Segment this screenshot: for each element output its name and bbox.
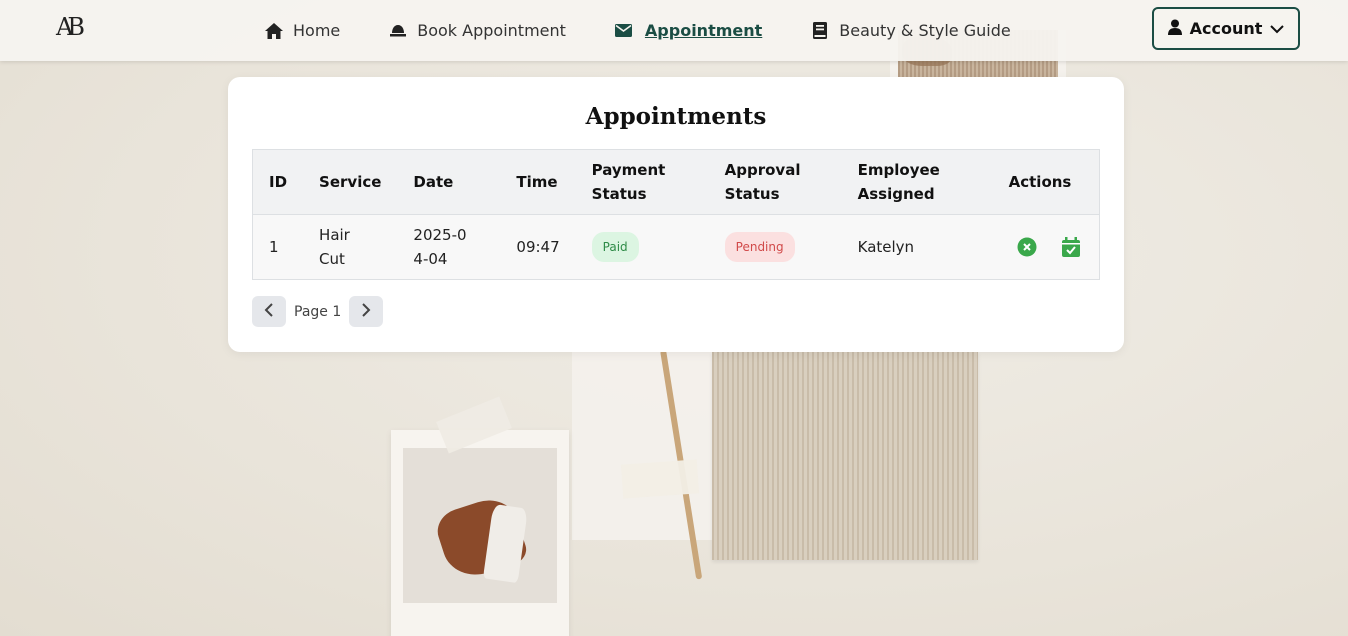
col-header-service: Service [303, 149, 398, 215]
col-header-payment-status: Payment Status [575, 149, 709, 215]
table-row: 1 Hair Cut 2025-04-04 09:47 Paid Pending… [252, 214, 1100, 280]
col-header-date: Date [397, 149, 501, 215]
cell-date: 2025-04-04 [397, 214, 501, 280]
home-icon [264, 21, 284, 41]
nav-label: Book Appointment [417, 21, 566, 40]
account-label: Account [1189, 19, 1263, 38]
linen-swatch-image [712, 352, 978, 560]
col-header-actions: Actions [992, 149, 1100, 215]
previous-page-button[interactable] [252, 296, 286, 327]
cell-approval-status: Pending [708, 214, 842, 280]
account-dropdown-button[interactable]: Account [1152, 7, 1300, 50]
navbar: AB Home Book Appointment Appointment Bea… [0, 0, 1348, 61]
nav-item-home[interactable]: Home [264, 0, 340, 61]
page-indicator: Page 1 [294, 303, 342, 320]
pagination: Page 1 [252, 296, 384, 327]
nav-label: Home [293, 21, 341, 40]
approval-status-badge: Pending [724, 232, 795, 262]
user-icon [1167, 19, 1182, 39]
cell-payment-status: Paid [575, 214, 709, 280]
col-header-id: ID [252, 149, 304, 215]
date-text: 2025-04-04 [413, 226, 467, 268]
cell-service: Hair Cut [303, 214, 398, 280]
reschedule-calendar-icon[interactable] [1061, 237, 1081, 257]
chevron-left-icon [264, 302, 274, 321]
table-header-row: ID Service Date Time Payment Status Appr… [252, 149, 1100, 215]
nav-item-appointment[interactable]: Appointment [614, 0, 762, 61]
cell-employee: Katelyn [841, 214, 993, 280]
col-header-time: Time [500, 149, 576, 215]
nav-links: Home Book Appointment Appointment Beauty… [264, 0, 1059, 61]
nav-label: Beauty & Style Guide [839, 21, 1011, 40]
chevron-right-icon [361, 302, 371, 321]
cell-id: 1 [252, 214, 304, 280]
polaroid-photo [391, 430, 569, 636]
nav-label: Appointment [644, 21, 763, 40]
next-page-button[interactable] [349, 296, 384, 327]
bell-icon [388, 21, 408, 41]
col-header-employee: Employee Assigned [841, 149, 993, 215]
book-icon [810, 21, 830, 41]
cancel-appointment-icon[interactable] [1017, 237, 1037, 257]
payment-status-badge: Paid [591, 232, 639, 262]
cell-time: 09:47 [500, 214, 576, 280]
appointments-table: ID Service Date Time Payment Status Appr… [252, 149, 1100, 280]
service-text: Hair Cut [319, 226, 350, 268]
nav-item-beauty-style-guide[interactable]: Beauty & Style Guide [810, 0, 1011, 61]
nav-item-book-appointment[interactable]: Book Appointment [388, 0, 566, 61]
appointments-card: Appointments ID Service Date Time Paymen… [228, 77, 1124, 352]
col-header-approval-status: Approval Status [708, 149, 842, 215]
envelope-icon [614, 21, 634, 41]
brand-logo[interactable]: AB [56, 13, 90, 45]
chevron-down-icon [1270, 19, 1285, 38]
page-title: Appointments [585, 103, 767, 130]
tape-image [620, 459, 700, 499]
cell-actions [992, 214, 1100, 280]
